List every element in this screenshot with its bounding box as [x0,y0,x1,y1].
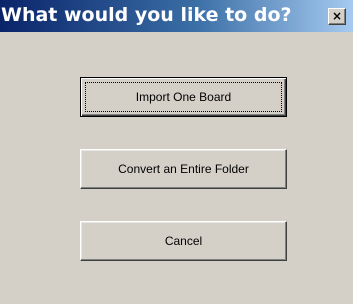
import-one-board-button[interactable]: Import One Board [80,77,287,117]
cancel-button[interactable]: Cancel [80,221,287,261]
cancel-label: Cancel [164,234,203,248]
close-icon: × [331,9,343,23]
close-button[interactable]: × [328,8,346,25]
convert-entire-folder-label: Convert an Entire Folder [118,162,249,176]
dialog-window: What would you like to do? × Import One … [0,0,353,304]
import-one-board-label: Import One Board [135,90,232,104]
title-bar[interactable]: What would you like to do? × [0,0,353,32]
convert-entire-folder-button[interactable]: Convert an Entire Folder [80,149,287,189]
dialog-title: What would you like to do? [1,4,292,26]
